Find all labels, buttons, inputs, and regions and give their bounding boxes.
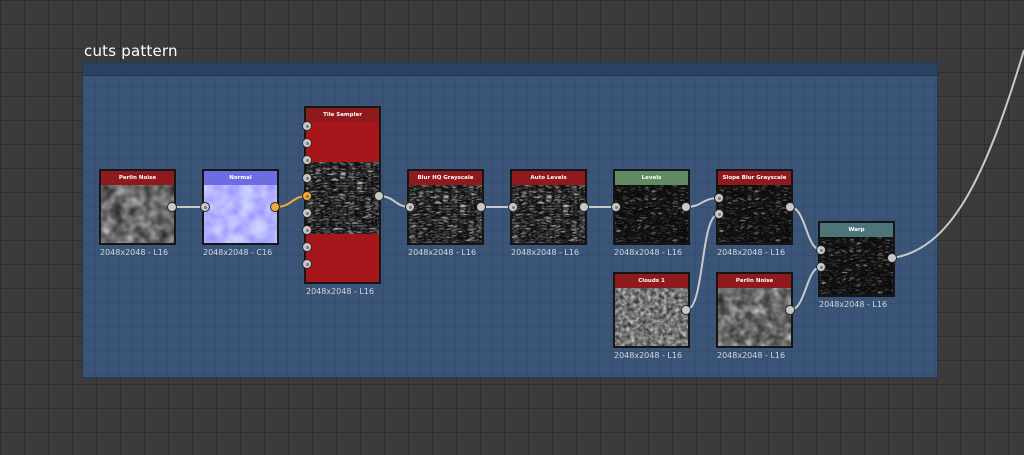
- input-port[interactable]: [816, 262, 826, 272]
- node-title: Perlin Noise: [718, 274, 791, 288]
- node-tile-sampler[interactable]: Tile Sampler: [304, 106, 381, 284]
- node-thumbnail: [615, 288, 688, 346]
- node-caption: 2048x2048 - L16: [819, 300, 888, 309]
- input-port[interactable]: [302, 259, 312, 269]
- node-input-area-top: [306, 122, 379, 162]
- node-title: Clouds 1: [615, 274, 688, 288]
- node-input-area-bottom: [306, 234, 379, 282]
- node-clouds-1[interactable]: Clouds 1: [613, 272, 690, 348]
- output-port[interactable]: [374, 191, 384, 201]
- node-title: Warp: [820, 223, 893, 237]
- node-caption: 2048x2048 - L16: [100, 248, 169, 257]
- node-thumbnail: [512, 185, 585, 243]
- output-port[interactable]: [681, 305, 691, 315]
- input-port[interactable]: [714, 209, 724, 219]
- node-slope-blur-grayscale[interactable]: Slope Blur Grayscale: [716, 169, 793, 245]
- node-thumbnail: [820, 237, 893, 295]
- node-caption: 2048x2048 - L16: [717, 248, 786, 257]
- node-title: Levels: [615, 171, 688, 185]
- output-port[interactable]: [785, 202, 795, 212]
- node-title: Blur HQ Grayscale: [409, 171, 482, 185]
- node-blur-hq-grayscale[interactable]: Blur HQ Grayscale: [407, 169, 484, 245]
- node-caption: 2048x2048 - C16: [203, 248, 273, 257]
- node-warp[interactable]: Warp: [818, 221, 895, 297]
- node-levels[interactable]: Levels: [613, 169, 690, 245]
- node-thumbnail: [101, 185, 174, 243]
- node-thumbnail: [306, 162, 379, 234]
- node-perlin-noise-2[interactable]: Perlin Noise: [716, 272, 793, 348]
- output-port[interactable]: [476, 202, 486, 212]
- node-caption: 2048x2048 - L16: [717, 351, 786, 360]
- output-port[interactable]: [270, 202, 280, 212]
- output-port[interactable]: [167, 202, 177, 212]
- input-port[interactable]: [302, 191, 312, 201]
- node-caption: 2048x2048 - L16: [614, 248, 683, 257]
- input-port[interactable]: [302, 138, 312, 148]
- input-port[interactable]: [302, 208, 312, 218]
- output-port[interactable]: [681, 202, 691, 212]
- output-port[interactable]: [579, 202, 589, 212]
- node-perlin-noise[interactable]: Perlin Noise: [99, 169, 176, 245]
- node-thumbnail: [204, 185, 277, 243]
- input-port[interactable]: [302, 242, 312, 252]
- node-thumbnail: [615, 185, 688, 243]
- node-title: Tile Sampler: [306, 108, 379, 122]
- input-port[interactable]: [714, 193, 724, 203]
- frame-title[interactable]: cuts pattern: [84, 42, 178, 60]
- node-title: Normal: [204, 171, 277, 185]
- input-port[interactable]: [302, 173, 312, 183]
- node-auto-levels[interactable]: Auto Levels: [510, 169, 587, 245]
- node-thumbnail: [718, 185, 791, 243]
- node-title: Auto Levels: [512, 171, 585, 185]
- input-port[interactable]: [508, 202, 518, 212]
- input-port[interactable]: [302, 225, 312, 235]
- output-port[interactable]: [785, 305, 795, 315]
- input-port[interactable]: [611, 202, 621, 212]
- node-caption: 2048x2048 - L16: [408, 248, 477, 257]
- output-port[interactable]: [887, 253, 897, 263]
- input-port[interactable]: [405, 202, 415, 212]
- frame-header-bar[interactable]: [83, 63, 937, 76]
- input-port[interactable]: [302, 155, 312, 165]
- node-caption: 2048x2048 - L16: [306, 287, 375, 296]
- node-thumbnail: [718, 288, 791, 346]
- node-caption: 2048x2048 - L16: [511, 248, 580, 257]
- node-thumbnail: [409, 185, 482, 243]
- input-port[interactable]: [200, 202, 210, 212]
- node-title: Perlin Noise: [101, 171, 174, 185]
- input-port[interactable]: [816, 245, 826, 255]
- node-caption: 2048x2048 - L16: [614, 351, 683, 360]
- node-normal[interactable]: Normal: [202, 169, 279, 245]
- node-title: Slope Blur Grayscale: [718, 171, 791, 185]
- input-port[interactable]: [302, 121, 312, 131]
